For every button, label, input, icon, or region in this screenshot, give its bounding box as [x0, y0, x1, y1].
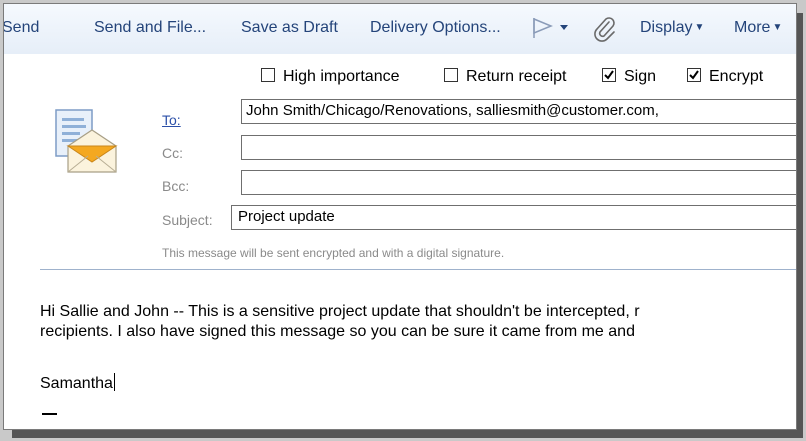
encrypt-option[interactable]: Encrypt: [687, 67, 763, 87]
high-importance-option[interactable]: High importance: [261, 67, 400, 87]
high-importance-label: High importance: [283, 68, 400, 85]
sign-option[interactable]: Sign: [602, 67, 656, 87]
body-line-1: Hi Sallie and John -- This is a sensitiv…: [40, 303, 640, 320]
text-cursor: [113, 373, 115, 391]
to-field[interactable]: John Smith/Chicago/Renovations, salliesm…: [241, 99, 796, 124]
paperclip-icon: [594, 17, 615, 42]
checkmark-icon: [689, 70, 699, 80]
cc-field[interactable]: [241, 135, 796, 160]
header-separator: [40, 269, 796, 270]
flag-icon: [533, 17, 568, 38]
high-importance-checkbox[interactable]: [261, 68, 275, 82]
send-button[interactable]: Send: [4, 18, 39, 38]
return-receipt-label: Return receipt: [466, 68, 567, 85]
signature-line: Samantha: [40, 373, 115, 394]
security-note: This message will be sent encrypted and …: [162, 246, 505, 260]
delivery-options-button[interactable]: Delivery Options...: [370, 18, 501, 38]
to-label[interactable]: To:: [162, 111, 181, 129]
signature-text: Samantha: [40, 375, 113, 392]
signature-dash: [42, 413, 57, 415]
chevron-down-icon: ▼: [694, 22, 705, 33]
body-line-2: recipients. I also have signed this mess…: [40, 323, 635, 340]
return-receipt-option[interactable]: Return receipt: [444, 67, 567, 87]
more-menu[interactable]: More ▼: [734, 18, 782, 38]
cc-label: Cc:: [162, 145, 183, 161]
send-and-file-button[interactable]: Send and File...: [94, 18, 206, 38]
bcc-field[interactable]: [241, 170, 796, 195]
encrypt-label: Encrypt: [709, 68, 764, 85]
subject-field[interactable]: Project update: [231, 205, 796, 230]
envelope-document-icon: [55, 109, 118, 173]
sign-label: Sign: [624, 68, 657, 85]
action-toolbar: Send Send and File... Save as Draft Deli…: [4, 4, 796, 54]
display-label: Display: [640, 19, 693, 36]
chevron-down-icon: ▼: [772, 22, 783, 33]
sign-checkbox[interactable]: [602, 68, 616, 82]
subject-label: Subject:: [162, 212, 213, 228]
attach-button[interactable]: [593, 16, 617, 47]
checkmark-icon: [604, 70, 614, 80]
display-menu[interactable]: Display ▼: [640, 18, 704, 38]
memo-window: Send Send and File... Save as Draft Deli…: [3, 3, 797, 430]
bcc-label: Bcc:: [162, 178, 190, 194]
encrypt-checkbox[interactable]: [687, 68, 701, 82]
return-receipt-checkbox[interactable]: [444, 68, 458, 82]
save-as-draft-button[interactable]: Save as Draft: [241, 18, 338, 38]
flag-button[interactable]: [531, 16, 575, 45]
more-label: More: [734, 19, 771, 36]
message-icon-box: [54, 108, 118, 185]
